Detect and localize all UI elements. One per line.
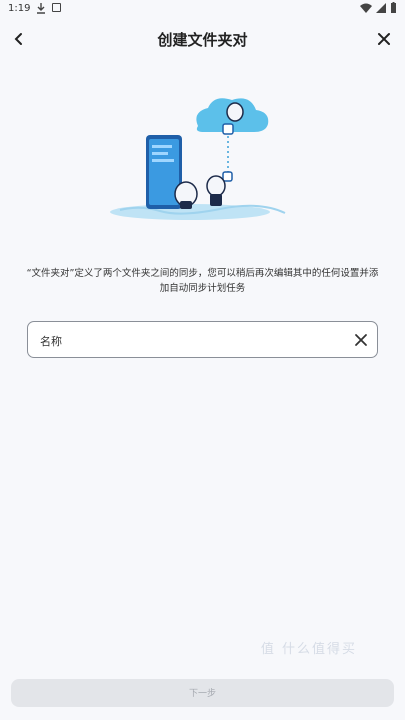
name-input[interactable] [38,330,342,352]
name-field[interactable] [27,321,378,358]
clock: 1:19 [8,3,31,14]
battery-icon [391,2,396,13]
page-title: 创建文件夹对 [157,31,248,49]
sync-illustration [110,98,286,220]
app-bar: 创建文件夹对 [0,20,405,56]
next-button[interactable]: 下一步 [11,679,394,707]
signal-icon [376,2,386,13]
clear-input-button[interactable] [354,333,368,347]
download-icon [37,3,45,14]
notification-icon [52,3,61,12]
status-bar: 1:19 [0,0,405,18]
close-button[interactable] [373,28,395,50]
watermark: 值 什么值得买 [260,642,357,657]
description-text: “文件夹对”定义了两个文件夹之间的同步，您可以稍后再次编辑其中的任何设置并添加自… [26,268,379,294]
wifi-icon [360,3,372,13]
